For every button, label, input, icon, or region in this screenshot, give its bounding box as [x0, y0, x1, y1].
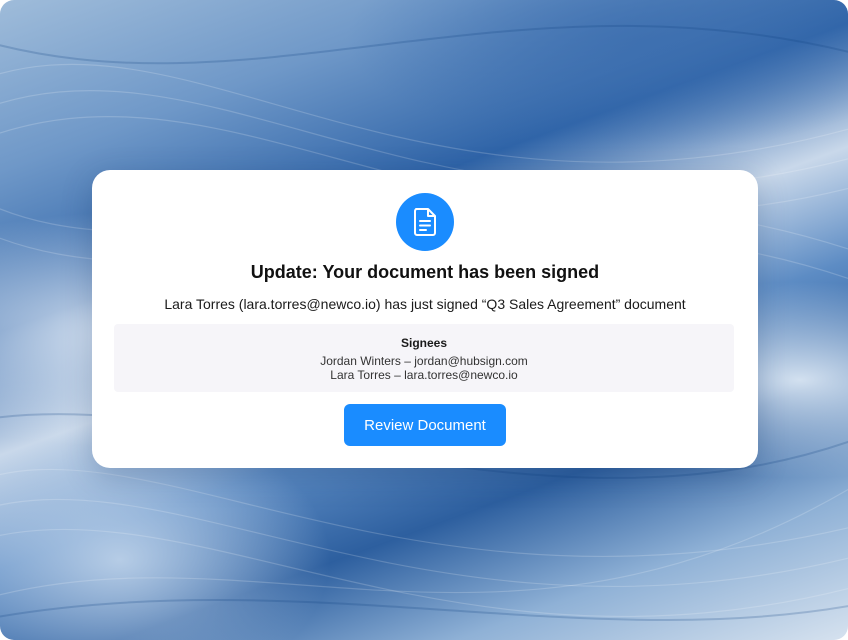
review-document-button[interactable]: Review Document	[344, 404, 506, 446]
signees-panel: Signees Jordan Winters – jordan@hubsign.…	[114, 324, 734, 392]
signee-item: Jordan Winters – jordan@hubsign.com	[320, 354, 528, 368]
document-icon	[414, 208, 436, 236]
notification-title: Update: Your document has been signed	[250, 262, 600, 282]
signees-heading: Signees	[400, 336, 448, 350]
signed-notification-card: Update: Your document has been signed La…	[92, 170, 758, 468]
signee-item: Lara Torres – lara.torres@newco.io	[330, 368, 518, 382]
document-icon-badge	[396, 193, 454, 251]
signees-list: Jordan Winters – jordan@hubsign.com Lara…	[114, 354, 734, 382]
notification-message: Lara Torres (lara.torres@newco.io) has j…	[164, 296, 686, 312]
